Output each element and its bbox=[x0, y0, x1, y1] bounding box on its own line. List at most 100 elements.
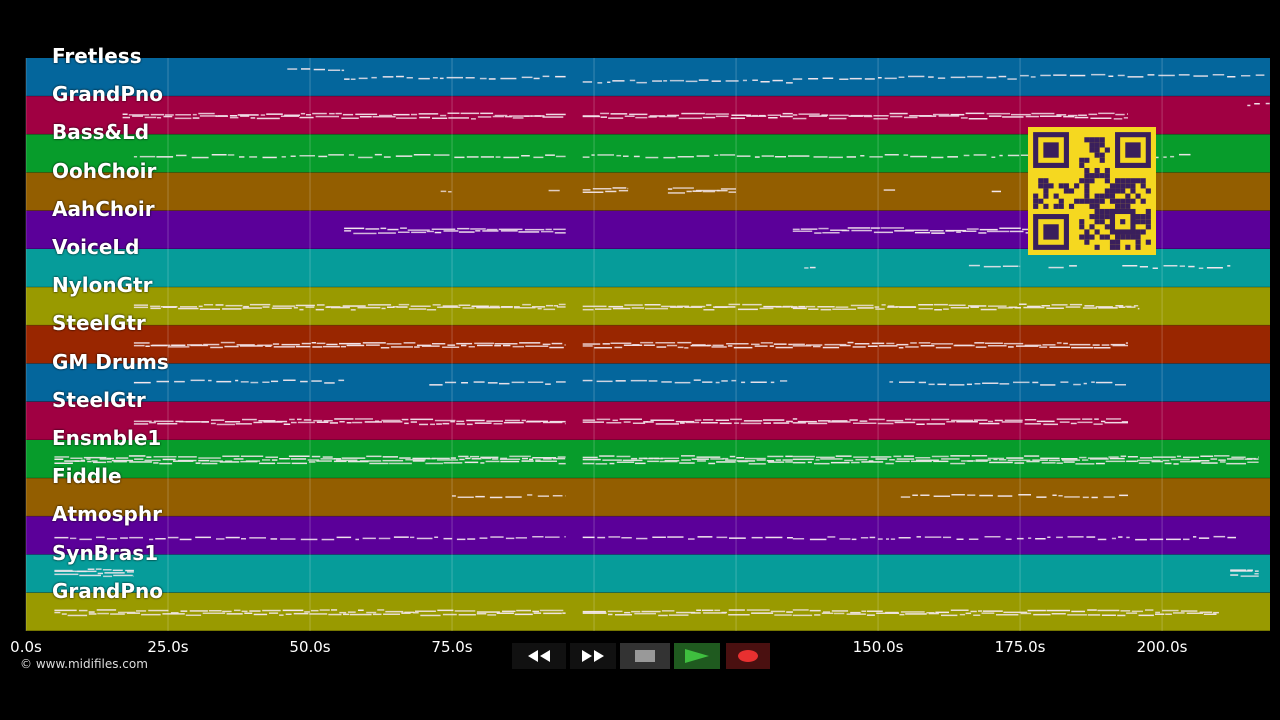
note bbox=[133, 342, 150, 344]
note bbox=[480, 462, 485, 464]
note bbox=[556, 381, 566, 383]
note bbox=[173, 460, 194, 462]
note bbox=[529, 458, 534, 461]
note bbox=[299, 155, 315, 157]
track-label: NylonGtr bbox=[52, 273, 153, 298]
note bbox=[241, 610, 248, 613]
note bbox=[74, 460, 86, 462]
note bbox=[582, 612, 607, 614]
note bbox=[612, 80, 625, 82]
note bbox=[333, 460, 347, 463]
note bbox=[129, 461, 152, 463]
note bbox=[846, 613, 866, 615]
note bbox=[521, 76, 533, 79]
note bbox=[785, 461, 793, 463]
track-label: VoiceLd bbox=[52, 235, 140, 259]
note bbox=[597, 82, 603, 84]
note bbox=[414, 346, 420, 348]
note bbox=[629, 113, 648, 116]
note bbox=[1092, 344, 1100, 346]
note bbox=[926, 423, 945, 425]
note bbox=[235, 379, 239, 382]
note bbox=[719, 422, 732, 425]
note bbox=[635, 116, 648, 119]
note bbox=[971, 455, 988, 457]
note bbox=[1084, 305, 1095, 307]
note bbox=[541, 230, 554, 233]
record-icon bbox=[738, 650, 758, 662]
note bbox=[243, 305, 249, 308]
stop-button[interactable] bbox=[620, 643, 670, 669]
note bbox=[486, 228, 498, 231]
note bbox=[97, 612, 109, 615]
note bbox=[459, 458, 465, 461]
note bbox=[1108, 75, 1114, 77]
note bbox=[299, 308, 304, 311]
note bbox=[312, 346, 323, 348]
record-button[interactable] bbox=[726, 643, 770, 669]
note bbox=[949, 384, 965, 386]
note bbox=[532, 536, 544, 538]
note bbox=[756, 459, 766, 461]
note bbox=[1023, 306, 1045, 309]
note bbox=[1127, 76, 1144, 78]
note bbox=[868, 418, 885, 421]
note bbox=[920, 494, 930, 496]
note bbox=[132, 115, 143, 117]
note bbox=[382, 456, 398, 458]
note bbox=[904, 116, 918, 119]
note bbox=[1258, 456, 1259, 458]
note bbox=[482, 457, 492, 460]
fast-forward-button[interactable] bbox=[570, 643, 616, 669]
play-button[interactable] bbox=[674, 643, 720, 669]
note bbox=[401, 612, 411, 614]
note bbox=[564, 344, 566, 346]
note bbox=[1047, 536, 1051, 538]
note bbox=[192, 117, 200, 119]
note bbox=[295, 304, 315, 307]
note bbox=[1087, 614, 1101, 616]
note bbox=[956, 538, 964, 540]
note bbox=[387, 228, 399, 231]
note bbox=[725, 80, 739, 82]
note bbox=[253, 613, 268, 616]
note bbox=[430, 423, 435, 426]
note bbox=[516, 609, 531, 612]
note bbox=[199, 115, 217, 117]
note bbox=[705, 113, 729, 115]
note bbox=[1227, 76, 1236, 78]
note bbox=[1103, 496, 1115, 498]
note bbox=[99, 458, 112, 460]
note bbox=[973, 419, 988, 421]
note bbox=[1105, 460, 1126, 463]
note bbox=[623, 344, 643, 346]
note bbox=[1043, 423, 1058, 426]
note bbox=[719, 154, 736, 156]
note bbox=[775, 306, 790, 308]
note bbox=[1094, 418, 1099, 420]
note bbox=[1126, 536, 1130, 539]
note bbox=[222, 455, 240, 457]
note bbox=[1020, 612, 1032, 615]
note bbox=[889, 381, 894, 383]
note bbox=[1097, 538, 1107, 541]
note bbox=[1176, 455, 1182, 458]
note bbox=[155, 538, 166, 540]
note bbox=[341, 457, 366, 459]
note bbox=[1074, 116, 1089, 119]
note bbox=[280, 115, 299, 117]
note bbox=[450, 420, 455, 423]
note bbox=[521, 419, 527, 422]
note bbox=[831, 610, 849, 612]
note bbox=[899, 613, 905, 616]
note bbox=[860, 537, 869, 539]
note bbox=[900, 496, 911, 498]
note bbox=[427, 457, 436, 460]
rewind-button[interactable] bbox=[512, 643, 566, 669]
note bbox=[350, 78, 356, 80]
note bbox=[426, 230, 434, 233]
note bbox=[827, 421, 851, 423]
note bbox=[632, 422, 646, 424]
note bbox=[502, 610, 516, 613]
note bbox=[407, 229, 430, 231]
